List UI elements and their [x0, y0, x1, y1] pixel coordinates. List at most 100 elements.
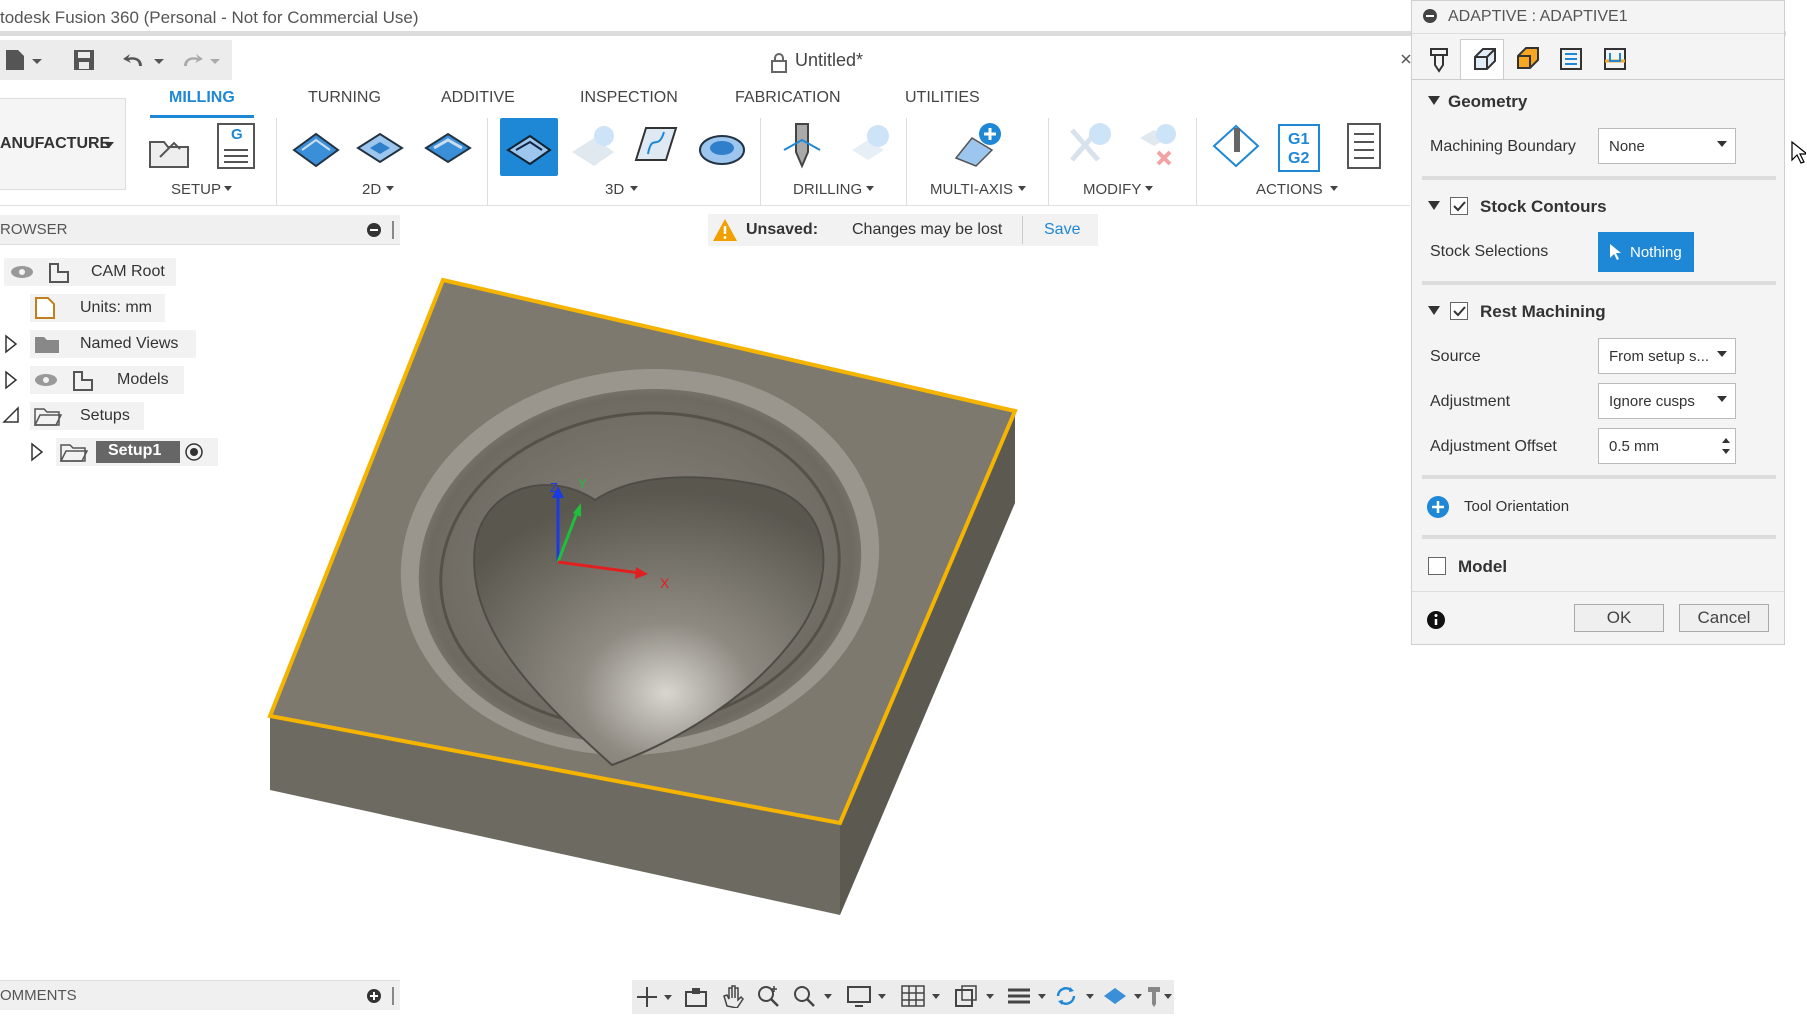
- comments-panel: OMMENTS: [0, 980, 400, 1010]
- section-collapse-icon[interactable]: [1428, 306, 1440, 316]
- group-drilling-label[interactable]: DRILLING: [793, 181, 862, 198]
- actions-dropdown-icon[interactable]: [1330, 186, 1338, 192]
- tool-display-icon[interactable]: [1144, 984, 1174, 1008]
- tree-item-models[interactable]: Models: [30, 366, 184, 394]
- tool-orientation-label[interactable]: Tool Orientation: [1464, 498, 1569, 515]
- fit-zoom-icon[interactable]: [792, 984, 836, 1008]
- tab-linking[interactable]: [1592, 39, 1636, 79]
- adjustment-select[interactable]: Ignore cusps: [1598, 383, 1736, 419]
- adjustment-offset-input[interactable]: 0.5 mm: [1598, 428, 1736, 464]
- save-link[interactable]: Save: [1044, 221, 1080, 239]
- tab-fabrication[interactable]: FABRICATION: [735, 89, 841, 107]
- collapse-panel-icon[interactable]: [367, 223, 381, 237]
- info-icon[interactable]: [1426, 610, 1446, 630]
- drilling-dropdown-icon[interactable]: [866, 186, 874, 192]
- display-settings-icon[interactable]: [846, 984, 890, 1008]
- source-select[interactable]: From setup s...: [1598, 338, 1736, 374]
- undo-icon[interactable]: [122, 48, 166, 72]
- 3d-parallel-icon[interactable]: [632, 122, 682, 172]
- stock-display-icon[interactable]: [1102, 984, 1146, 1008]
- pan-hand-icon[interactable]: [720, 984, 744, 1008]
- expand-arrow-icon[interactable]: [30, 442, 44, 462]
- group-modify-label[interactable]: MODIFY: [1083, 181, 1141, 198]
- rest-machining-checkbox[interactable]: [1450, 302, 1468, 320]
- 2d-pocket-icon[interactable]: [356, 122, 406, 172]
- 3d-adaptive-icon[interactable]: [504, 122, 554, 172]
- orbit-move-icon[interactable]: [636, 986, 676, 1008]
- panel-grip[interactable]: [392, 987, 394, 1005]
- file-menu-icon[interactable]: [4, 48, 44, 72]
- expand-panel-icon[interactable]: [367, 989, 381, 1003]
- group-multi-axis-label[interactable]: MULTI-AXIS: [930, 181, 1013, 198]
- tree-item-cam-root[interactable]: CAM Root: [4, 258, 176, 286]
- close-tab-icon[interactable]: [1401, 52, 1411, 68]
- modify-dropdown-icon[interactable]: [1145, 186, 1153, 192]
- group-actions-label[interactable]: ACTIONS: [1256, 181, 1323, 198]
- section-stock-contours[interactable]: Stock Contours: [1480, 197, 1607, 217]
- expand-arrow-icon[interactable]: [4, 334, 18, 354]
- divider: [1022, 216, 1023, 244]
- document-title[interactable]: Untitled*: [795, 50, 863, 71]
- tab-heights[interactable]: [1504, 39, 1548, 79]
- 2d-dropdown-icon[interactable]: [386, 186, 394, 192]
- 2d-face-icon[interactable]: [422, 122, 472, 172]
- zoom-icon[interactable]: [756, 984, 782, 1008]
- grid-settings-icon[interactable]: [900, 984, 944, 1008]
- eye-icon[interactable]: [10, 265, 34, 279]
- tab-geometry[interactable]: [1460, 39, 1504, 79]
- 2d-adaptive-icon[interactable]: [292, 122, 342, 172]
- section-geometry[interactable]: Geometry: [1448, 92, 1527, 112]
- tab-turning[interactable]: TURNING: [308, 89, 381, 107]
- machining-boundary-select[interactable]: None: [1598, 128, 1736, 164]
- setup-sheet-icon[interactable]: [1340, 122, 1390, 172]
- post-process-icon[interactable]: G1 G2: [1278, 124, 1320, 172]
- collapse-dialog-icon[interactable]: [1422, 8, 1438, 24]
- tree-item-units[interactable]: Units: mm: [30, 294, 165, 322]
- section-rest-machining[interactable]: Rest Machining: [1480, 302, 1606, 322]
- save-icon[interactable]: [72, 48, 96, 72]
- cancel-button[interactable]: Cancel: [1679, 604, 1769, 632]
- look-at-icon[interactable]: [684, 986, 708, 1008]
- drill-icon[interactable]: [778, 120, 828, 170]
- collapse-arrow-icon[interactable]: [2, 404, 20, 424]
- 3d-model-viewport[interactable]: Z Y X: [240, 270, 1040, 930]
- group-3d-label[interactable]: 3D: [605, 181, 624, 198]
- simulate-icon[interactable]: [1212, 122, 1262, 172]
- redo-icon[interactable]: [180, 48, 224, 72]
- panel-grip[interactable]: [392, 221, 394, 239]
- tab-tool[interactable]: [1416, 39, 1460, 79]
- tab-additive[interactable]: ADDITIVE: [441, 89, 515, 107]
- ok-button[interactable]: OK: [1574, 604, 1664, 632]
- section-model[interactable]: Model: [1458, 557, 1507, 577]
- section-collapse-icon[interactable]: [1428, 201, 1440, 211]
- tab-milling[interactable]: MILLING: [169, 89, 235, 107]
- multi-axis-dropdown-icon[interactable]: [1018, 186, 1026, 192]
- y-axis-label: Y: [578, 476, 587, 491]
- group-setup-label[interactable]: SETUP: [171, 181, 221, 198]
- 3d-contour-icon[interactable]: [698, 122, 748, 172]
- group-2d-label[interactable]: 2D: [362, 181, 381, 198]
- tree-item-setups[interactable]: Setups: [30, 402, 144, 430]
- viewports-icon[interactable]: [954, 984, 998, 1008]
- section-analysis-icon[interactable]: [1006, 984, 1050, 1008]
- 3d-dropdown-icon[interactable]: [630, 186, 638, 192]
- tree-item-setup1[interactable]: Setup1: [56, 438, 218, 466]
- section-collapse-icon[interactable]: [1428, 96, 1440, 106]
- setup-dropdown-icon[interactable]: [224, 186, 232, 192]
- stock-selections-button[interactable]: Nothing: [1598, 232, 1694, 272]
- multi-axis-icon[interactable]: [952, 120, 1002, 170]
- workspace-switcher[interactable]: ANUFACTURE: [0, 98, 126, 190]
- model-checkbox[interactable]: [1428, 557, 1446, 575]
- eye-icon[interactable]: [34, 373, 58, 387]
- setup-folder-icon[interactable]: [146, 122, 196, 172]
- tab-passes[interactable]: [1548, 39, 1592, 79]
- activate-radio-icon[interactable]: [184, 442, 204, 462]
- stepper-icon[interactable]: [1721, 434, 1731, 458]
- stock-contours-checkbox[interactable]: [1450, 197, 1468, 215]
- tree-item-named-views[interactable]: Named Views: [30, 330, 196, 358]
- expand-section-plus-icon[interactable]: [1426, 495, 1450, 519]
- expand-arrow-icon[interactable]: [4, 370, 18, 390]
- refresh-icon[interactable]: [1054, 984, 1098, 1008]
- tab-inspection[interactable]: INSPECTION: [580, 89, 678, 107]
- tab-utilities[interactable]: UTILITIES: [905, 89, 980, 107]
